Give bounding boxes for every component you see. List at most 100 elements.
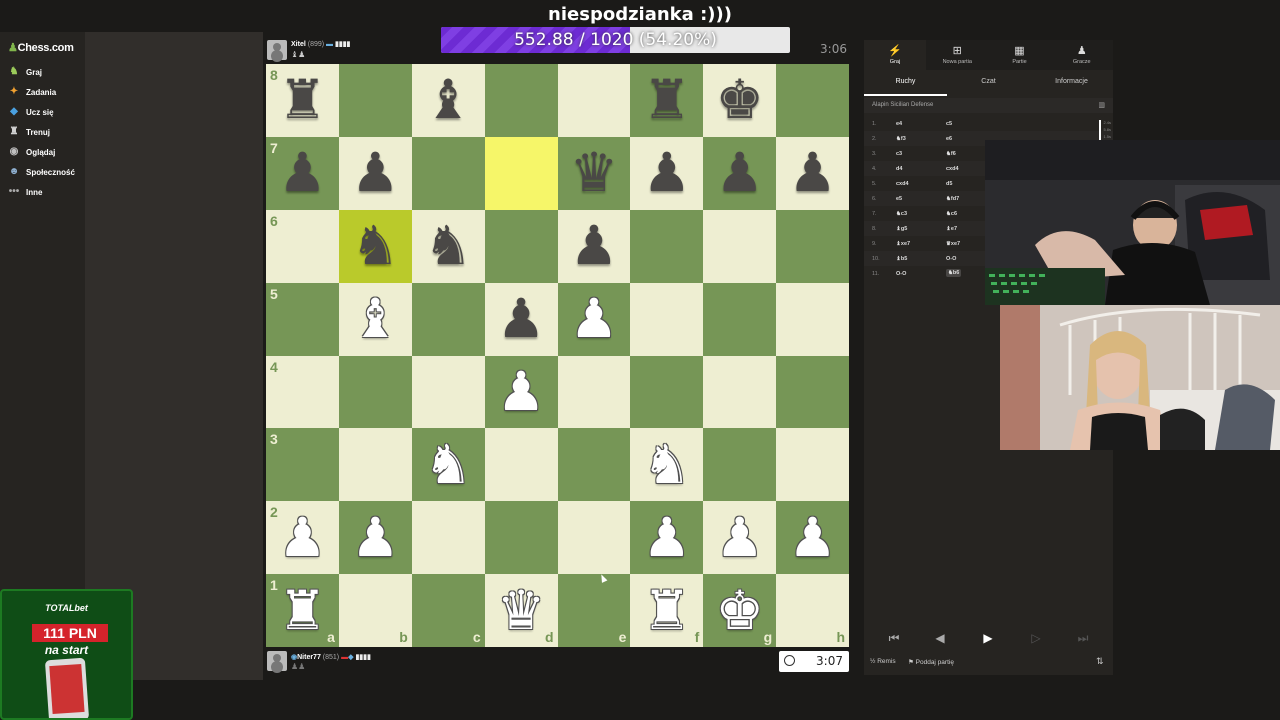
white-knight-icon[interactable]: ♞ [630,428,703,501]
black-move[interactable]: c5 [946,121,952,127]
black-move[interactable]: ♞f6 [946,151,956,157]
white-move[interactable]: c3 [896,151,902,157]
white-move[interactable]: e5 [896,196,902,202]
black-king-icon[interactable]: ♚ [703,64,776,137]
black-pawn-icon[interactable]: ♟ [558,210,631,283]
square-h8[interactable] [776,64,849,137]
black-move[interactable]: d5 [946,181,952,187]
tab-2[interactable]: ⊞ Nowa partia [926,40,988,70]
black-pawn-icon[interactable]: ♟ [339,137,412,210]
player-avatar[interactable] [267,651,287,671]
black-rook-icon[interactable]: ♜ [266,64,339,137]
sidebar-item-5[interactable]: ◉ Oglądaj [8,144,56,160]
square-g6[interactable] [703,209,777,283]
white-move[interactable]: ♝g5 [896,226,907,232]
square-d3[interactable] [484,428,558,502]
white-move[interactable]: ♞c3 [896,211,907,217]
square-c6[interactable]: ♞ [411,209,485,283]
subtab-moves[interactable]: Ruchy [864,78,947,85]
opponent-avatar[interactable] [267,40,287,60]
sidebar-item-2[interactable]: ✦ Zadania [8,84,56,100]
black-move[interactable]: ♞b6 [946,269,962,277]
white-move[interactable]: e4 [896,121,902,127]
square-f7[interactable]: ♟ [630,136,704,210]
square-c1[interactable]: c [411,574,485,647]
square-g1[interactable]: g ♚ [703,574,777,647]
sidebar-item-1[interactable]: ♞ Graj [8,64,43,80]
square-d5[interactable]: ♟ [484,282,558,356]
player-name[interactable]: ◉Niter77 (851) ▬◆ ▮▮▮▮ [291,653,371,661]
white-knight-icon[interactable]: ♞ [412,428,485,501]
square-a7[interactable]: 7 ♟ [266,136,339,210]
square-a3[interactable]: 3 [266,428,339,502]
opponent-name[interactable]: Xitel (899) ▬ ▮▮▮▮ [291,40,350,48]
square-c5[interactable] [411,282,485,356]
square-h1[interactable]: h [776,574,849,647]
white-pawn-icon[interactable]: ♟ [339,501,412,574]
tab-3[interactable]: ▦ Partie [989,40,1051,70]
square-c3[interactable]: ♞ [411,428,485,502]
square-g5[interactable] [703,282,777,356]
square-b8[interactable] [338,64,412,137]
next-move-icon[interactable]: ▷ [1014,627,1058,649]
square-a1[interactable]: 1 a ♜ [266,574,339,647]
square-h7[interactable]: ♟ [776,136,849,210]
square-g8[interactable]: ♚ [703,64,777,137]
black-pawn-icon[interactable]: ♟ [485,283,558,356]
white-move[interactable]: ♝xe7 [896,241,910,247]
subtab-info[interactable]: Informacje [1030,78,1113,85]
chesscom-logo[interactable]: ♟Chess.com [8,41,74,54]
square-e6[interactable]: ♟ [557,209,631,283]
square-h2[interactable]: ♟ [776,501,849,575]
square-d6[interactable] [484,209,558,283]
play-icon[interactable]: ▶ [966,627,1010,649]
white-pawn-icon[interactable]: ♟ [630,501,703,574]
black-move[interactable]: ♛xe7 [946,241,960,247]
square-h5[interactable] [776,282,849,356]
white-pawn-icon[interactable]: ♟ [776,501,849,574]
previous-move-icon[interactable]: ◀ [918,627,962,649]
square-d8[interactable] [484,64,558,137]
white-queen-icon[interactable]: ♛ [485,574,558,647]
square-g2[interactable]: ♟ [703,501,777,575]
first-move-icon[interactable]: ⏮ [872,627,916,649]
white-king-icon[interactable]: ♚ [703,574,776,647]
square-e8[interactable] [557,64,631,137]
square-f1[interactable]: f ♜ [630,574,704,647]
square-b6[interactable]: ♞ [338,209,412,283]
black-pawn-icon[interactable]: ♟ [630,137,703,210]
white-move[interactable]: ♝b5 [896,256,907,262]
square-e5[interactable]: ♟ [557,282,631,356]
square-e2[interactable] [557,501,631,575]
white-pawn-icon[interactable]: ♟ [485,356,558,429]
sidebar-item-7[interactable]: ••• Inne [8,184,43,200]
subtab-chat[interactable]: Czat [947,78,1030,85]
black-move[interactable]: ♞c6 [946,211,957,217]
square-a4[interactable]: 4 [266,355,339,429]
square-g3[interactable] [703,428,777,502]
sidebar-item-6[interactable]: ☻ Społeczność [8,164,75,180]
square-e1[interactable]: e [557,574,631,647]
square-f5[interactable] [630,282,704,356]
square-g7[interactable]: ♟ [703,136,777,210]
black-move[interactable]: cxd4 [946,166,959,172]
chess-board[interactable]: 8 ♜ ♝ ♜ ♚ 7 ♟ ♟ ♛ ♟ ♟ ♟ 6 ♞ ♞ ♟ 5 ♝ ♟ ♟ 4 ♟ 3 ♞ ♞ 2 ♟ ♟ ♟ ♟ ♟ 1 a ♜ b c d ♛ e f… [266,64,849,647]
square-b5[interactable]: ♝ [338,282,412,356]
square-f3[interactable]: ♞ [630,428,704,502]
square-c7[interactable] [411,136,485,210]
tab-4[interactable]: ♟ Gracze [1051,40,1113,70]
square-e4[interactable] [557,355,631,429]
black-move[interactable]: ♞fd7 [946,196,959,202]
square-f6[interactable] [630,209,704,283]
square-a8[interactable]: 8 ♜ [266,64,339,137]
square-d4[interactable]: ♟ [484,355,558,429]
sponsor-ad[interactable]: TOTALbet 111 PLN na start [0,589,133,720]
square-h4[interactable] [776,355,849,429]
square-a6[interactable]: 6 [266,209,339,283]
white-rook-icon[interactable]: ♜ [630,574,703,647]
white-bishop-icon[interactable]: ♝ [339,283,412,356]
square-f8[interactable]: ♜ [630,64,704,137]
black-pawn-icon[interactable]: ♟ [776,137,849,210]
square-b4[interactable] [338,355,412,429]
black-move[interactable]: ♝e7 [946,226,957,232]
